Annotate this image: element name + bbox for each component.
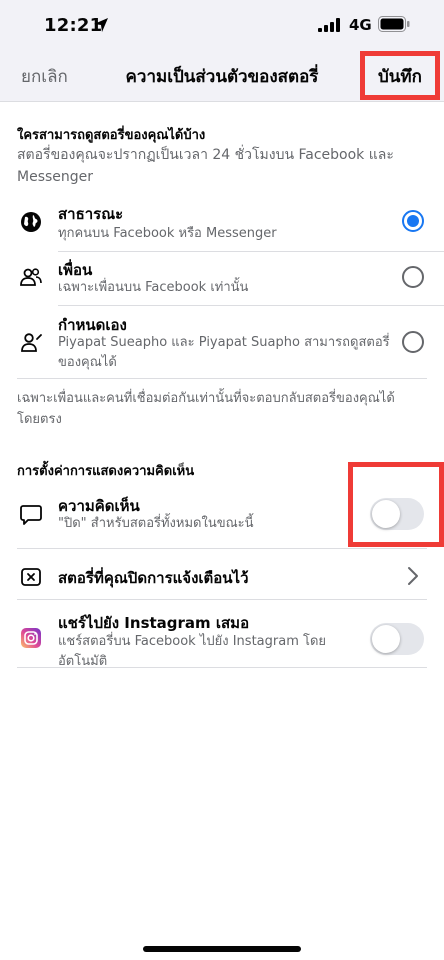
network-type-label: 4G [349,16,372,34]
navigation-bar: ยกเลิก ความเป็นส่วนตัวของสตอรี่ บันทึก [0,48,444,102]
custom-user-icon [21,333,42,352]
radio-friends[interactable] [402,266,424,288]
location-arrow-icon [94,18,108,32]
reply-restriction-note: เฉพาะเพื่อนและคนที่เชื่อมต่อกันเท่านั้นท… [17,391,395,427]
battery-icon [378,16,410,32]
divider [58,251,444,252]
home-indicator[interactable] [143,946,301,952]
globe-icon [21,212,41,232]
comment-section-heading: การตั้งค่าการแสดงความคิดเห็น [17,464,195,479]
status-bar: 12:21 4G [0,0,444,48]
cellular-signal-icon [318,18,340,32]
instagram-share-subtitle: แชร์สตอรี่บน Facebook ไปยัง Instagram โด… [58,634,327,669]
divider [17,599,427,600]
divider [17,378,427,379]
friends-icon [20,268,42,286]
divider [58,305,444,306]
muted-stories-title: สตอรี่ที่คุณปิดการแจ้งเตือนไว้ [58,569,249,587]
audience-section-description: สตอรี่ของคุณจะปรากฏเป็นเวลา 24 ชั่วโมงบน… [17,147,394,185]
comment-icon [20,505,42,525]
chevron-right-icon [408,567,418,585]
instagram-share-toggle[interactable] [370,623,424,655]
save-button[interactable]: บันทึก [378,63,422,90]
radio-custom[interactable] [402,331,424,353]
option-title: สาธารณะ [58,205,124,223]
muted-story-icon [21,568,41,586]
comments-toggle-highlight-annotation [348,462,444,547]
radio-public-selected[interactable] [402,210,424,232]
comments-subtitle: "ปิด" สำหรับสตอรี่ทั้งหมดในขณะนี้ [58,516,254,531]
option-subtitle: ทุกคนบน Facebook หรือ Messenger [58,226,277,241]
instagram-icon [21,628,41,648]
option-subtitle: เฉพาะเพื่อนบน Facebook เท่านั้น [58,280,249,295]
audience-section-heading: ใครสามารถดูสตอรี่ของคุณได้บ้าง [17,128,206,143]
option-subtitle: Piyapat Sueapho และ Piyapat Suapho สามาร… [58,335,390,370]
divider [17,548,427,549]
divider [17,667,427,668]
